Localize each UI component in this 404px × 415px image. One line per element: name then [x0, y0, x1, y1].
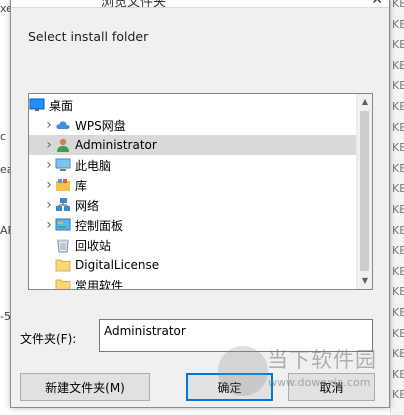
tree-item-label: 桌面: [49, 98, 74, 113]
folder-icon: [55, 277, 71, 289]
background-text: AF: [0, 224, 10, 237]
folder-label: 文件夹(F):: [20, 332, 77, 346]
new-folder-button[interactable]: 新建文件夹(M): [20, 373, 150, 401]
tree-item[interactable]: › WPS网盘: [29, 115, 357, 135]
background-text: ea: [0, 163, 10, 176]
background-text: c: [0, 130, 7, 143]
recycle-bin-icon: [55, 237, 71, 253]
cloud-icon: [55, 117, 71, 133]
tree-item[interactable]: › 网络: [29, 195, 357, 215]
tree-item-label: 常用软件: [75, 278, 124, 290]
background-size-text: KB: [392, 264, 404, 278]
network-icon: [55, 197, 71, 213]
background-size-text: KB: [392, 182, 404, 196]
background-size-text: KB: [392, 306, 404, 319]
chevron-right-icon[interactable]: ›: [43, 117, 55, 133]
tree-item-label: 回收站: [75, 238, 112, 253]
chevron-right-icon[interactable]: ›: [43, 157, 55, 173]
computer-icon: [55, 157, 71, 173]
background-window-left: [0, 0, 10, 415]
background-size-text: KB: [392, 100, 404, 113]
tree-item[interactable]: DigitalLicense: [29, 255, 357, 275]
background-size-text: KB: [392, 58, 404, 72]
dialog-title: 浏览文件夹: [101, 0, 167, 8]
tree-item-label: 控制面板: [75, 218, 124, 233]
tree-item[interactable]: › 控制面板: [29, 215, 357, 235]
control-panel-icon: [55, 217, 71, 233]
background-size-text: KB: [392, 38, 404, 52]
tree-item-label: 库: [75, 178, 88, 193]
desktop-icon: [29, 97, 45, 113]
folder-tree[interactable]: 桌面 › WPS网盘 › Administrator › 此电脑 › 库 › 网络 › 控制面板 回收站 D…: [28, 93, 373, 290]
background-size-text: KB: [392, 223, 404, 237]
tree-item-label: 此电脑: [75, 158, 112, 173]
close-icon[interactable]: ✕: [371, 0, 383, 7]
tree-item[interactable]: › 库: [29, 175, 357, 195]
tree-item-label: DigitalLicense: [75, 258, 160, 272]
scrollbar-thumb[interactable]: [360, 111, 369, 271]
user-icon: [55, 137, 71, 153]
background-size-text: KB: [392, 161, 404, 175]
background-size-text: KB: [392, 326, 404, 340]
folder-icon: [55, 257, 71, 273]
watermark-url: www.downxia.com: [268, 376, 371, 389]
background-text: xe: [0, 2, 10, 15]
tree-item[interactable]: 桌面: [29, 95, 357, 115]
library-icon: [55, 177, 71, 193]
scroll-up-icon[interactable]: ▲: [357, 94, 372, 110]
title-bar: 浏览文件夹 ✕: [11, 0, 389, 8]
tree-vertical-scrollbar[interactable]: ▲ ▼: [356, 94, 372, 289]
background-size-text: KB: [392, 120, 404, 134]
background-size-text: KB: [392, 17, 404, 31]
background-size-text: KB: [392, 388, 404, 402]
chevron-right-icon[interactable]: ›: [43, 197, 55, 213]
tree-item-label: Administrator: [75, 138, 157, 152]
watermark-logo-icon: [218, 346, 268, 396]
tree-item[interactable]: › Administrator: [29, 135, 357, 155]
background-text: -5: [0, 310, 10, 323]
tree-item-label: WPS网盘: [75, 118, 126, 133]
watermark-text: 当下软件园: [267, 348, 377, 372]
background-size-text: KB: [392, 347, 404, 361]
tree-item-label: 网络: [75, 198, 100, 213]
chevron-right-icon[interactable]: ›: [43, 177, 55, 193]
background-size-text: KB: [392, 79, 404, 93]
background-size-text: KB: [392, 0, 404, 10]
background-size-text: KB: [392, 244, 404, 258]
background-size-text: KB: [392, 285, 404, 299]
tree-item[interactable]: 常用软件: [29, 275, 357, 290]
chevron-right-icon[interactable]: ›: [43, 137, 55, 153]
tree-item[interactable]: › 此电脑: [29, 155, 357, 175]
scroll-down-icon[interactable]: ▼: [357, 273, 372, 289]
background-size-text: KB: [392, 141, 404, 155]
background-size-text: KB: [392, 367, 404, 381]
dialog-heading: Select install folder: [28, 29, 149, 44]
background-size-text: KB: [392, 203, 404, 216]
chevron-right-icon[interactable]: ›: [43, 217, 55, 233]
tree-item[interactable]: 回收站: [29, 235, 357, 255]
